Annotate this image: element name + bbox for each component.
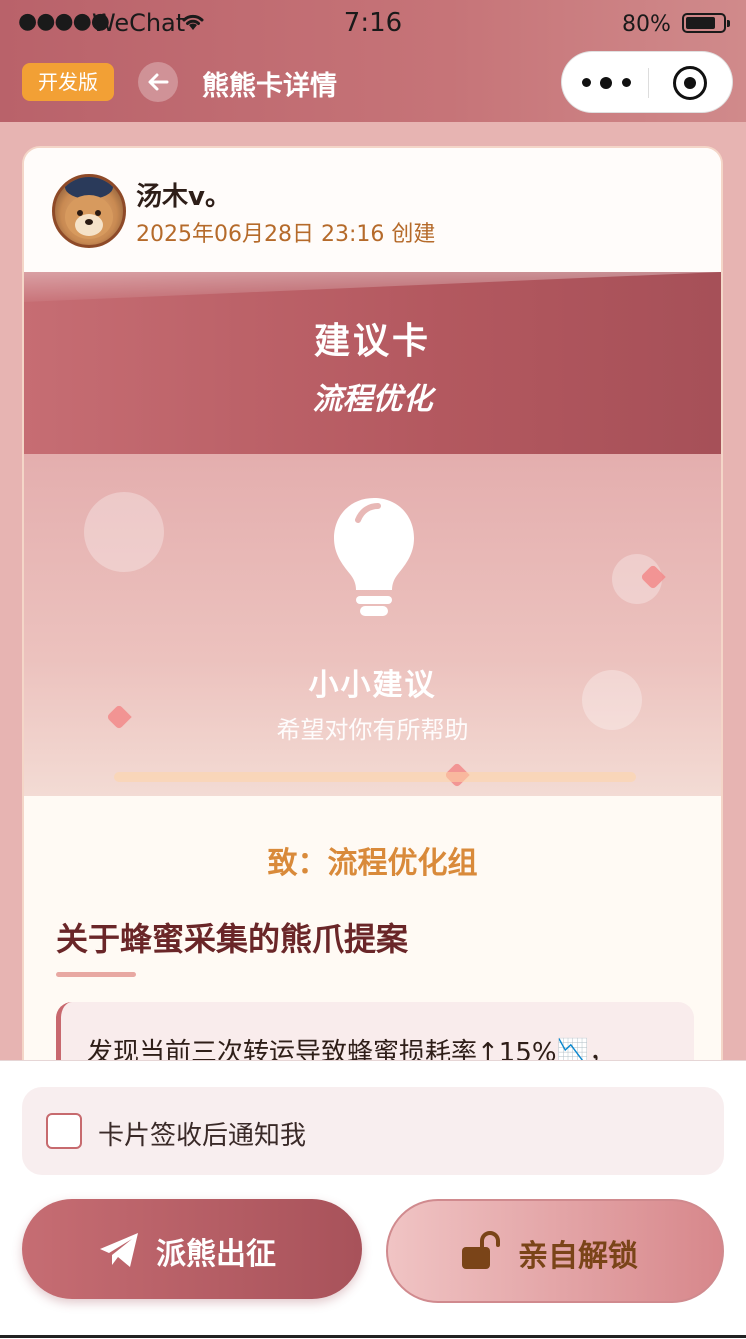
- notify-label: 卡片签收后通知我: [98, 1121, 307, 1151]
- notify-option[interactable]: 卡片签收后通知我: [22, 1087, 724, 1175]
- status-bar: ●●●●● WeChat 7:16 80%: [0, 0, 746, 48]
- top-bar: ●●●●● WeChat 7:16 80% 开发版 熊熊卡详情: [0, 0, 746, 122]
- recipient: 致：流程优化组: [267, 846, 478, 881]
- hero-title: 小小建议: [308, 668, 437, 703]
- back-button[interactable]: [138, 62, 178, 102]
- card-type-banner: 建议卡 流程优化: [24, 272, 721, 454]
- avatar[interactable]: [52, 174, 126, 248]
- banner-shine: [24, 272, 721, 302]
- unlock-icon: [462, 1231, 500, 1269]
- back-arrow-icon: [148, 73, 169, 91]
- page-title: 熊熊卡详情: [202, 71, 337, 102]
- author-name: 汤木v。: [136, 182, 231, 212]
- created-timestamp: 2025年06月28日 23:16 创建: [136, 222, 436, 247]
- send-bear-label: 派熊出征: [156, 1237, 276, 1272]
- card-type-title: 建议卡: [313, 321, 431, 362]
- battery-icon: [682, 13, 730, 33]
- hero-subtitle: 希望对你有所帮助: [276, 716, 469, 744]
- bottom-action-bar: 卡片签收后通知我 派熊出征 亲自解锁: [0, 1060, 746, 1339]
- battery-level: [686, 17, 715, 29]
- card-category: 流程优化: [312, 382, 433, 417]
- battery-percent: 80%: [622, 12, 671, 37]
- author-header: 汤木v。 2025年06月28日 23:16 创建: [24, 148, 721, 272]
- target-close-icon[interactable]: [673, 66, 707, 100]
- card-subject: 关于蜂蜜采集的熊爪提案: [56, 920, 409, 958]
- hero-glow-line: [114, 772, 636, 782]
- dog-avatar-image: [65, 177, 113, 239]
- lightbulb-icon: [334, 498, 414, 616]
- subject-underline: [56, 972, 136, 977]
- send-bear-button[interactable]: 派熊出征: [22, 1199, 362, 1299]
- more-dots-icon[interactable]: [582, 77, 634, 89]
- unlock-button[interactable]: 亲自解锁: [386, 1199, 724, 1303]
- card-hero: 小小建议 希望对你有所帮助: [24, 454, 721, 796]
- dev-version-badge: 开发版: [22, 63, 114, 101]
- paper-plane-icon: [100, 1233, 138, 1267]
- miniprogram-capsule: [561, 51, 733, 113]
- notify-checkbox[interactable]: [46, 1113, 82, 1149]
- unlock-label: 亲自解锁: [518, 1239, 638, 1274]
- bear-card: 汤木v。 2025年06月28日 23:16 创建 建议卡 流程优化 小小建议 …: [22, 146, 723, 1106]
- capsule-divider: [648, 68, 649, 98]
- decor-bubble: [84, 492, 164, 572]
